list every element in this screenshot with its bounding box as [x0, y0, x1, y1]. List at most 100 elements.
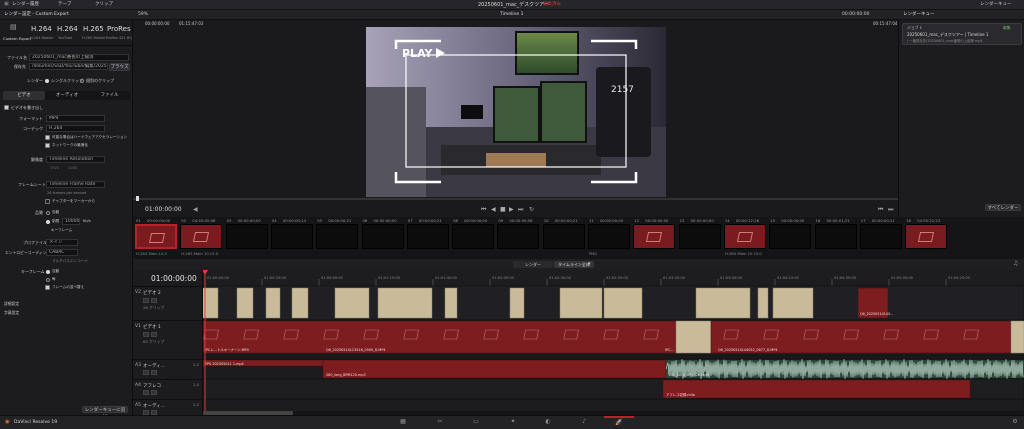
- video1-clip[interactable]: [203, 320, 677, 354]
- video2-clip[interactable]: [603, 287, 643, 319]
- track-header[interactable]: V1 ビデオ 1 63 クリップ: [133, 320, 203, 355]
- track-auto-select-button[interactable]: [151, 332, 157, 337]
- clip-thumbnail[interactable]: [905, 224, 948, 249]
- tab-file[interactable]: ファイル: [89, 91, 130, 100]
- loop-icon[interactable]: ↻: [529, 207, 534, 213]
- track-header[interactable]: A3 オーディ... 2.0: [133, 359, 203, 379]
- profile-select[interactable]: メイン: [46, 239, 78, 246]
- filename-field[interactable]: 20250601_mac番長の上級等: [29, 54, 129, 61]
- menu-clip[interactable]: クリップ: [95, 2, 113, 8]
- video2-clip[interactable]: [444, 287, 458, 319]
- scrubber-handle[interactable]: [136, 196, 139, 201]
- clip-thumbnail[interactable]: [225, 224, 268, 249]
- clip-thumbnail[interactable]: [452, 224, 495, 249]
- video1-clip-still[interactable]: [675, 320, 712, 354]
- track-lock-button[interactable]: [143, 298, 149, 303]
- cut-page-icon[interactable]: ✂: [435, 418, 445, 427]
- clip-thumbnail[interactable]: [859, 224, 902, 249]
- timeline-dropdown-icon[interactable]: ▾: [588, 262, 591, 267]
- video2-clip[interactable]: [772, 287, 814, 319]
- fairlight-page-icon[interactable]: ♪: [579, 418, 589, 427]
- video1-clip-still[interactable]: [1010, 320, 1024, 354]
- video2-clip[interactable]: [291, 287, 309, 319]
- clip-thumbnail[interactable]: [316, 224, 359, 249]
- subtitles-section[interactable]: 字幕設定: [4, 311, 19, 315]
- clip-thumbnail[interactable]: [497, 224, 540, 249]
- render-mode-tab[interactable]: レンダー: [513, 261, 553, 268]
- audio3-clip[interactable]: [322, 359, 667, 379]
- media-page-icon[interactable]: ▦: [398, 418, 408, 427]
- render-all-button[interactable]: すべてレンダー: [985, 204, 1021, 211]
- timeline-area[interactable]: 01:00:00:00 01:00:25:00 01:00:50:00 01:01:1…: [203, 270, 1024, 415]
- clip-thumbnail[interactable]: [406, 224, 449, 249]
- timeline-selector[interactable]: Timeline 1: [500, 12, 523, 18]
- fusion-page-icon[interactable]: ✦: [508, 418, 518, 427]
- clip-thumbnail[interactable]: [135, 224, 177, 249]
- video2-clip[interactable]: [377, 287, 433, 319]
- media-pool-icon[interactable]: ▣: [4, 2, 9, 7]
- clip-thumbnail[interactable]: [769, 224, 812, 249]
- color-page-icon[interactable]: ◐: [543, 418, 553, 427]
- codec-select[interactable]: H.264: [46, 125, 105, 132]
- deliver-page-tab[interactable]: 🚀: [604, 416, 634, 429]
- individual-clips-radio[interactable]: [80, 79, 84, 83]
- preset-custom[interactable]: ▤ Custom Export: [3, 22, 31, 44]
- add-to-queue-button[interactable]: レンダーキューに追加: [82, 406, 128, 420]
- zoom-level[interactable]: 59%: [138, 12, 148, 18]
- track-header[interactable]: A4 アフレコ 1.0: [133, 379, 203, 399]
- format-select[interactable]: MP4: [46, 115, 105, 122]
- resolution-select[interactable]: Timeline Resolution: [46, 156, 105, 163]
- track-auto-select-button[interactable]: [151, 298, 157, 303]
- framerate-select[interactable]: Timeline Frame Rate: [46, 181, 105, 188]
- clip-thumbnail[interactable]: [633, 224, 676, 249]
- export-video-checkbox[interactable]: [4, 105, 9, 110]
- play-icon[interactable]: ▶: [509, 207, 514, 213]
- hw-accel-checkbox[interactable]: [45, 135, 50, 140]
- kf-auto-radio[interactable]: [46, 270, 50, 274]
- video2-clip[interactable]: [236, 287, 254, 319]
- kf-every-radio[interactable]: [46, 278, 50, 282]
- track-header[interactable]: V2 ビデオ 2 26 クリップ: [133, 286, 203, 320]
- scrubber-bar[interactable]: [133, 198, 898, 200]
- audio-meter-icon[interactable]: ♫: [1013, 261, 1018, 267]
- clip-thumbnail[interactable]: [814, 224, 857, 249]
- single-clip-radio[interactable]: [45, 79, 49, 83]
- video2-clip[interactable]: [509, 287, 525, 319]
- job-edit-link[interactable]: 編集: [1003, 26, 1011, 30]
- preset-youtube[interactable]: H.264 YouTube: [55, 22, 79, 44]
- chapters-checkbox[interactable]: [45, 199, 50, 204]
- preset-prores[interactable]: ProRes ProRes 422 HQ: [106, 22, 132, 44]
- play-reverse-icon[interactable]: ◀: [491, 207, 496, 213]
- menu-render-history[interactable]: レンダー履歴: [12, 2, 39, 8]
- render-queue-menu[interactable]: レンダーキュー: [980, 2, 1012, 8]
- bitrate-field[interactable]: 10000: [62, 218, 80, 225]
- audio4-clip[interactable]: [662, 379, 971, 399]
- timeline-svg[interactable]: 01:00:00:00 01:00:25:00 01:00:50:00 01:01:1…: [203, 270, 1024, 415]
- go-end-icon[interactable]: ⏭: [518, 207, 523, 213]
- location-field[interactable]: /Volumes/SSD/YouTube/編集/20250601_: [29, 63, 108, 70]
- video2-clip[interactable]: [695, 287, 751, 319]
- advanced-section[interactable]: 詳細設定: [4, 302, 19, 306]
- tab-audio[interactable]: オーディオ: [46, 91, 88, 100]
- video2-clip[interactable]: [265, 287, 281, 319]
- go-start-icon[interactable]: ⏮: [481, 207, 486, 213]
- frame-reorder-checkbox[interactable]: [45, 285, 50, 290]
- track-lock-button[interactable]: [143, 370, 149, 375]
- video2-clip[interactable]: [334, 287, 370, 319]
- clip-thumbnail[interactable]: [723, 224, 766, 249]
- entropy-select[interactable]: CABAC: [46, 249, 78, 256]
- preset-h264-master[interactable]: H.264 H.264 Master: [29, 22, 53, 44]
- tab-video[interactable]: ビデオ: [3, 91, 45, 100]
- edit-page-icon[interactable]: ▭: [471, 418, 481, 427]
- video2-clip[interactable]: [559, 287, 603, 319]
- menu-tape[interactable]: テープ: [58, 2, 71, 8]
- network-opt-checkbox[interactable]: [45, 143, 50, 148]
- settings-gear-icon[interactable]: ⚙: [1010, 418, 1020, 427]
- browse-button[interactable]: ブラウズ: [109, 63, 130, 71]
- clip-thumbnail[interactable]: [678, 224, 721, 249]
- clip-thumbnail[interactable]: [361, 224, 404, 249]
- track-header[interactable]: A5 オーディ... 2.0: [133, 399, 203, 415]
- track-auto-select-button[interactable]: [151, 390, 157, 395]
- clip-thumbnail[interactable]: [542, 224, 585, 249]
- quality-limit-radio[interactable]: [46, 220, 50, 224]
